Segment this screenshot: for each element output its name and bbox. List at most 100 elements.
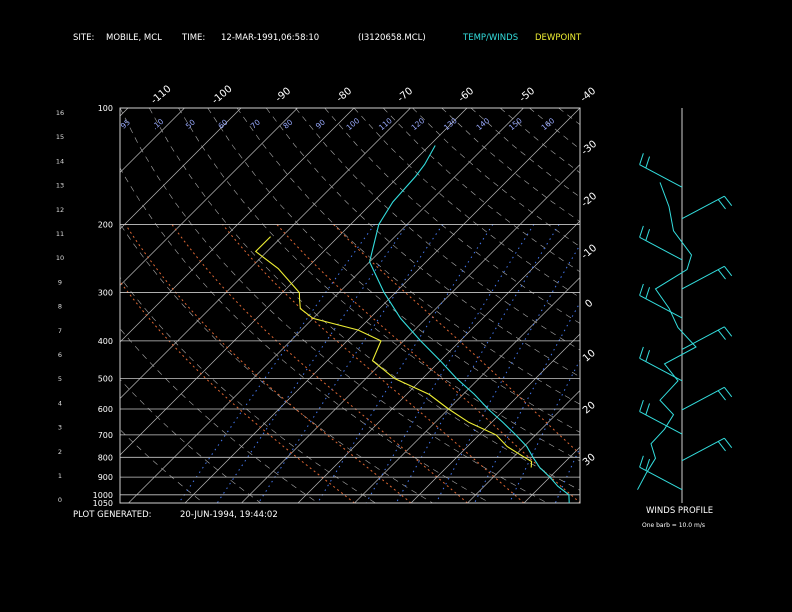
isotherm-line — [750, 108, 792, 503]
mixing-ratio-line — [317, 224, 494, 503]
isotherm-line — [297, 220, 580, 503]
dry-adiabat — [149, 108, 580, 491]
isotherm-label-right: 0 — [583, 298, 595, 311]
wind-barb — [639, 283, 683, 319]
km-tick-label: 7 — [58, 327, 62, 335]
pressure-label: 100 — [98, 104, 113, 113]
isotherm-line — [120, 108, 468, 456]
isotherm-line — [184, 108, 580, 503]
pressure-label: 600 — [98, 405, 113, 414]
isotherm-label-top: -110 — [149, 84, 173, 107]
isotherm-label-right: 10 — [581, 348, 598, 365]
wind-barb — [681, 386, 733, 411]
temperature-profile — [369, 145, 570, 504]
km-tick-label: 15 — [56, 133, 64, 141]
dry-adiabat — [646, 108, 792, 503]
km-tick-label: 11 — [56, 230, 64, 238]
isotherm-label-top: -90 — [274, 86, 294, 105]
mixing-ratio-label: 120 — [410, 116, 427, 132]
dry-adiabat — [412, 108, 580, 247]
pressure-label: 900 — [98, 473, 113, 482]
pressure-label: 200 — [98, 220, 113, 229]
isotherm-line — [120, 108, 411, 399]
isotherm-label-right: -30 — [580, 139, 600, 158]
km-tick-label: 2 — [58, 448, 62, 456]
pressure-label: 500 — [98, 374, 113, 383]
isotherm-line — [128, 108, 524, 503]
isotherm-label-right: -20 — [580, 191, 600, 210]
mixing-ratio-label: 150 — [507, 116, 524, 132]
mixing-ratio-label: 140 — [475, 116, 492, 132]
dry-adiabat — [441, 108, 580, 223]
km-tick-label: 0 — [58, 496, 62, 504]
pressure-label: 700 — [98, 431, 113, 440]
isotherm-label-top: -100 — [210, 84, 234, 107]
winds-profile-title: WINDS PROFILE — [646, 506, 714, 516]
pressure-label: 1050 — [93, 499, 113, 508]
isotherm-label-right: 30 — [581, 452, 598, 469]
km-tick-label: 4 — [58, 399, 62, 407]
dry-adiabat — [236, 108, 580, 405]
km-tick-label: 9 — [58, 278, 62, 286]
plot-border — [119, 107, 581, 504]
isotherm-label-top: -50 — [518, 86, 538, 105]
mixing-ratio-line — [435, 244, 580, 503]
mixing-ratio-label: 90 — [314, 117, 327, 130]
wind-barb — [639, 225, 683, 261]
isotherm-line — [241, 164, 580, 503]
km-tick-label: 1 — [58, 472, 62, 480]
skewt-chart: 1002003004005006007008009001000105016151… — [56, 84, 792, 508]
mixing-ratio-label: 50 — [184, 117, 197, 130]
mixing-ratio-line — [178, 224, 375, 503]
mixing-ratio-line — [474, 301, 580, 503]
isotherm-label-top: -80 — [335, 86, 355, 105]
dewpoint-profile — [254, 236, 533, 468]
wind-barb — [639, 153, 683, 188]
dry-adiabat — [120, 223, 433, 503]
wind-barb — [681, 265, 733, 290]
mixing-ratio-label: 100 — [345, 116, 362, 132]
dry-adiabat — [324, 108, 580, 324]
dry-adiabat — [120, 429, 204, 503]
km-tick-label: 16 — [56, 109, 64, 117]
isotherm-line — [581, 108, 792, 503]
km-tick-label: 13 — [56, 182, 64, 190]
pressure-label: 300 — [98, 289, 113, 298]
isotherm-label-right: -10 — [580, 243, 600, 262]
dry-adiabat — [295, 108, 580, 351]
plot-generated-value: 20-JUN-1994, 19:44:02 — [180, 510, 278, 520]
mixing-ratio-label: 110 — [377, 116, 394, 132]
mixing-ratio-label: 80 — [281, 117, 294, 130]
isotherm-line — [120, 108, 298, 286]
km-tick-label: 12 — [56, 206, 64, 214]
isotherm-line — [410, 333, 580, 503]
moist-adiabat — [171, 224, 468, 503]
dry-adiabat — [120, 276, 376, 503]
isotherm-line — [467, 390, 580, 503]
mixing-ratio-label: 70 — [249, 117, 262, 130]
km-tick-label: 10 — [56, 254, 64, 262]
dry-adiabat — [120, 328, 319, 503]
isotherm-label-right: 20 — [581, 400, 598, 417]
dry-adiabat — [588, 108, 792, 503]
mixing-ratio-line — [593, 224, 722, 503]
winds-profile-trace — [637, 182, 697, 490]
isotherm-label-top: -40 — [579, 86, 599, 105]
km-tick-label: 14 — [56, 157, 64, 165]
wind-barb — [639, 346, 683, 382]
mixing-ratio-line — [258, 224, 444, 503]
mixing-ratio-line — [365, 224, 535, 503]
wind-barb — [639, 399, 683, 435]
barb-note: One barb = 10.0 m/s — [642, 522, 705, 529]
isotherm-line — [694, 108, 792, 503]
km-tick-label: 8 — [58, 303, 62, 311]
pressure-label: 800 — [98, 453, 113, 462]
mixing-ratio-label: 60 — [216, 117, 229, 130]
wind-barb — [681, 326, 733, 350]
isotherm-label-top: -70 — [396, 86, 416, 105]
plot-generated-label: PLOT GENERATED: — [73, 510, 152, 520]
wind-barb — [681, 437, 733, 462]
wind-barb — [681, 195, 733, 220]
dry-adiabat — [470, 108, 580, 198]
dry-adiabat — [207, 108, 580, 433]
